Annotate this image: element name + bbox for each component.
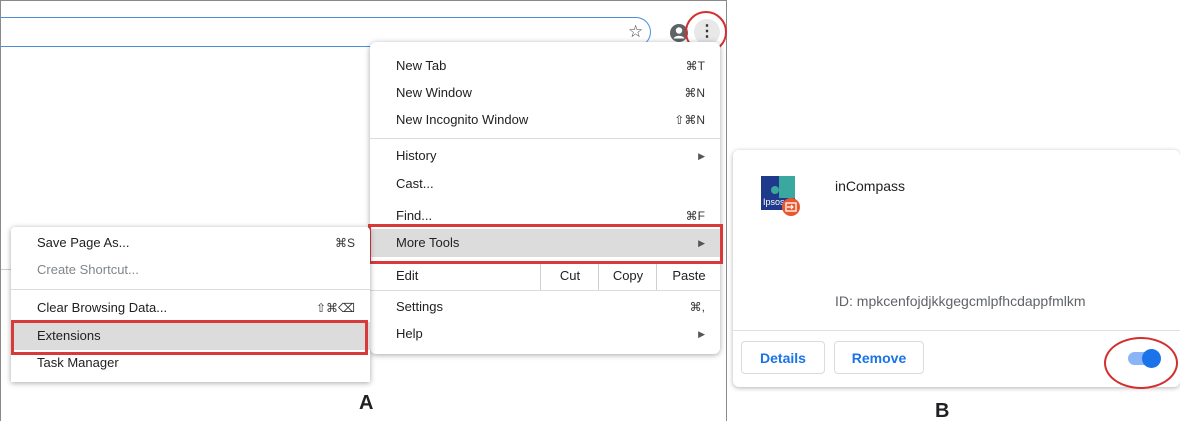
menu-item-label: Cast... xyxy=(396,176,434,191)
card-divider xyxy=(733,330,1180,331)
menu-item-new-tab[interactable]: New Tab ⌘T xyxy=(370,52,720,80)
menu-item-label: Help xyxy=(396,326,423,341)
panel-label-b: B xyxy=(935,400,950,422)
submenu-item-create-shortcut[interactable]: Create Shortcut... xyxy=(11,256,370,284)
ipsos-logo-icon: Ipsos xyxy=(761,176,800,216)
bookmark-star-icon[interactable]: ☆ xyxy=(628,22,643,42)
remove-button[interactable]: Remove xyxy=(834,341,924,374)
cut-button[interactable]: Cut xyxy=(540,262,599,290)
menu-item-label: New Incognito Window xyxy=(396,112,529,127)
paste-button[interactable]: Paste xyxy=(656,262,721,290)
menu-item-label: New Window xyxy=(396,85,472,100)
panel-label-a: A xyxy=(359,392,374,414)
menu-item-label: Create Shortcut... xyxy=(37,262,139,277)
submenu-item-save-page[interactable]: Save Page As... ⌘S xyxy=(11,229,370,257)
chrome-main-menu: New Tab ⌘T New Window ⌘N New Incognito W… xyxy=(370,42,720,354)
extensions-highlight-box xyxy=(11,320,368,355)
menu-item-label: History xyxy=(396,148,437,163)
extension-id: ID: mpkcenfojdjkkgegcmlpfhcdappfmlkm xyxy=(835,293,1086,309)
menu-separator xyxy=(11,289,370,290)
menu-item-label: Edit xyxy=(396,268,419,283)
extension-name: inCompass xyxy=(835,178,906,194)
menu-item-label: New Tab xyxy=(396,58,447,73)
menu-item-shortcut: ⇧⌘⌫ xyxy=(315,301,355,315)
submenu-arrow-icon: ▶ xyxy=(698,329,705,339)
svg-text:Ipsos: Ipsos xyxy=(763,197,785,207)
menu-item-history[interactable]: History ▶ xyxy=(370,142,720,170)
menu-item-label: Settings xyxy=(396,299,443,314)
menu-item-shortcut: ⌘T xyxy=(685,59,705,73)
menu-item-label: Clear Browsing Data... xyxy=(37,300,168,315)
menu-item-settings[interactable]: Settings ⌘, xyxy=(370,293,720,321)
menu-item-help[interactable]: Help ▶ xyxy=(370,320,720,348)
menu-item-shortcut: ⇧⌘N xyxy=(674,113,705,127)
submenu-arrow-icon: ▶ xyxy=(698,151,705,161)
more-tools-highlight-box xyxy=(368,224,723,264)
menu-separator xyxy=(370,138,720,139)
menu-separator xyxy=(370,290,720,291)
toggle-highlight-circle xyxy=(1104,337,1178,389)
menu-item-edit: Edit Cut Copy Paste xyxy=(370,262,720,290)
details-button[interactable]: Details xyxy=(741,341,825,374)
copy-button[interactable]: Copy xyxy=(598,262,657,290)
browser-toolbar: ☆ ⋮ xyxy=(1,0,727,53)
menu-item-shortcut: ⌘, xyxy=(689,300,705,314)
menu-item-shortcut: ⌘N xyxy=(684,86,705,100)
submenu-item-clear-browsing-data[interactable]: Clear Browsing Data... ⇧⌘⌫ xyxy=(11,294,370,322)
more-tools-submenu: Save Page As... ⌘S Create Shortcut... Cl… xyxy=(11,227,370,382)
menu-item-shortcut: ⌘S xyxy=(334,236,355,250)
menu-item-label: Save Page As... xyxy=(37,235,130,250)
menu-item-cast[interactable]: Cast... xyxy=(370,170,720,198)
menu-item-new-window[interactable]: New Window ⌘N xyxy=(370,79,720,107)
menu-item-new-incognito-window[interactable]: New Incognito Window ⇧⌘N xyxy=(370,106,720,134)
